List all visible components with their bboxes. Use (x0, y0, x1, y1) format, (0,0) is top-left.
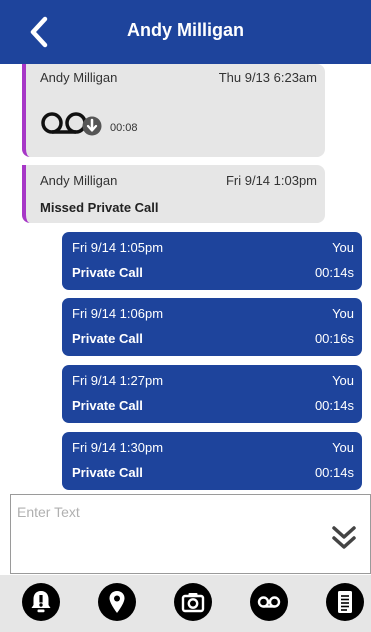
double-chevron-down-icon[interactable] (329, 523, 359, 553)
call-type: Private Call (72, 398, 143, 413)
voicemail-button[interactable] (250, 583, 288, 621)
call-type: Private Call (72, 265, 143, 280)
message-time: Fri 9/14 1:05pm (72, 240, 164, 255)
page-title: Andy Milligan (127, 20, 244, 40)
voicemail-icon (257, 596, 281, 608)
location-pin-icon (109, 591, 125, 613)
message-time: Fri 9/14 1:30pm (72, 440, 164, 455)
call-duration: 00:14s (314, 465, 354, 480)
call-type: Private Call (72, 331, 143, 346)
incoming-missed-call-message[interactable]: Andy Milligan Fri 9/14 1:03pm Missed Pri… (22, 165, 325, 223)
outgoing-call-message[interactable]: Fri 9/14 1:05pm You Private Call 00:14s (62, 232, 362, 290)
camera-icon (181, 593, 205, 613)
call-duration: 00:14s (314, 265, 354, 280)
message-sender: You (332, 373, 354, 388)
incoming-voicemail-message[interactable]: Andy Milligan Thu 9/13 6:23am 00:08 (22, 64, 325, 157)
notes-icon (338, 591, 352, 613)
outgoing-call-message[interactable]: Fri 9/14 1:06pm You Private Call 00:16s (62, 298, 362, 356)
outgoing-call-message[interactable]: Fri 9/14 1:27pm You Private Call 00:14s (62, 365, 362, 423)
camera-button[interactable] (174, 583, 212, 621)
message-time: Thu 9/13 6:23am (218, 70, 317, 85)
voicemail-play-icon[interactable] (40, 108, 102, 138)
location-button[interactable] (98, 583, 136, 621)
header-bar: Andy Milligan (0, 0, 371, 64)
alert-button[interactable] (22, 583, 60, 621)
message-sender: You (332, 240, 354, 255)
outgoing-call-message[interactable]: Fri 9/14 1:30pm You Private Call 00:14s (62, 432, 362, 490)
message-time: Fri 9/14 1:06pm (72, 306, 164, 321)
message-sender: Andy Milligan (40, 70, 118, 85)
call-type: Private Call (72, 465, 143, 480)
notes-button[interactable] (326, 583, 364, 621)
call-duration: 00:14s (314, 398, 354, 413)
alert-icon (31, 591, 51, 613)
message-thread[interactable]: Andy Milligan Thu 9/13 6:23am 00:08 Andy… (0, 64, 371, 494)
message-time: Fri 9/14 1:03pm (225, 173, 317, 188)
missed-call-label: Missed Private Call (40, 200, 159, 215)
action-toolbar (0, 575, 371, 632)
call-duration: 00:16s (314, 331, 354, 346)
message-sender: You (332, 306, 354, 321)
message-sender: You (332, 440, 354, 455)
message-input[interactable] (17, 501, 317, 523)
voicemail-duration: 00:08 (110, 122, 138, 134)
message-composer (10, 494, 371, 574)
message-time: Fri 9/14 1:27pm (72, 373, 164, 388)
message-sender: Andy Milligan (40, 173, 118, 188)
